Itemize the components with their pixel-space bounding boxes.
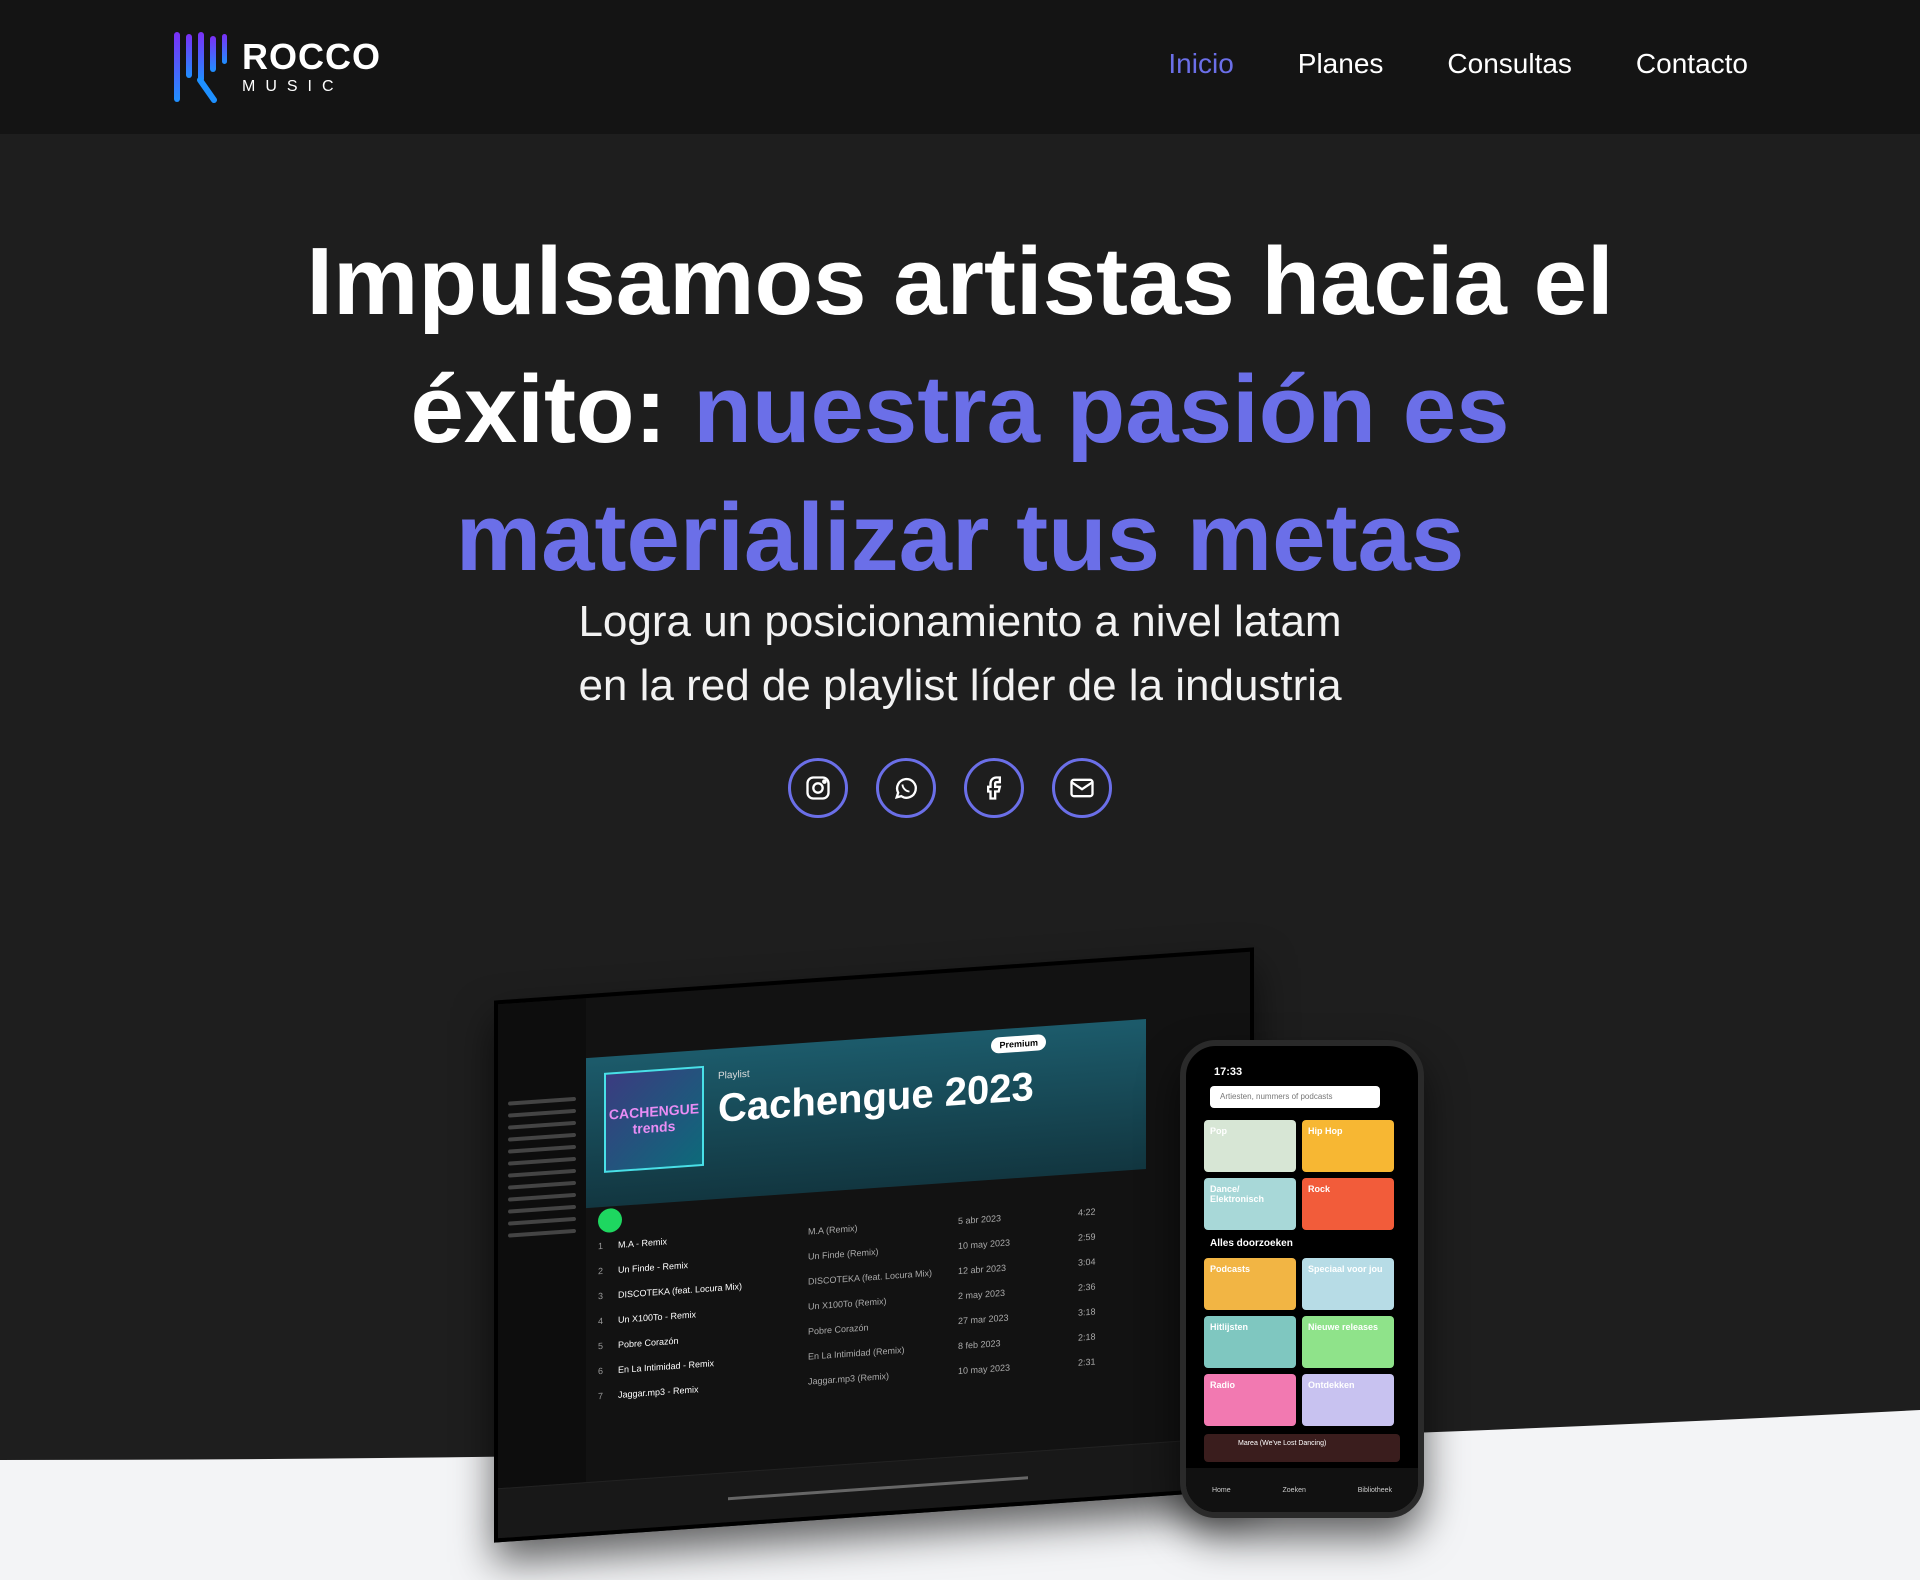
hero-title: Impulsamos artistas hacia el éxito: nues…: [160, 218, 1760, 602]
tile-hiphop: Hip Hop: [1302, 1120, 1394, 1172]
whatsapp-icon: [894, 777, 917, 799]
playlist-title: Cachengue 2023: [718, 1064, 1034, 1131]
mail-icon: [1070, 778, 1094, 798]
tile-speciaal: Speciaal voor jou: [1302, 1258, 1394, 1310]
track-n: 6: [598, 1365, 604, 1376]
laptop-mockup: CACHENGUE trends Playlist Cachengue 2023…: [494, 947, 1254, 1543]
track-n: 4: [598, 1315, 604, 1326]
hero-subtitle: Logra un posicionamiento a nivel latam e…: [360, 590, 1560, 718]
premium-badge: Premium: [991, 1033, 1046, 1054]
track-len: 3:18: [1078, 1306, 1096, 1318]
tile-dance: Dance/ Elektronisch: [1204, 1178, 1296, 1230]
track-date: 10 may 2023: [958, 1361, 1011, 1376]
track-n: 3: [598, 1290, 604, 1301]
instagram-icon: [806, 776, 830, 800]
track-len: 2:59: [1078, 1231, 1096, 1243]
phone-nav: Home Zoeken Bibliotheek: [1186, 1468, 1418, 1512]
navbar: ROCCO MUSIC Inicio Planes Consultas Cont…: [0, 0, 1920, 134]
playlist-type: Playlist: [718, 1068, 750, 1082]
progress-bar: [728, 1476, 1028, 1501]
track-len: 4:22: [1078, 1206, 1096, 1218]
phone-nav-home: Home: [1211, 1486, 1231, 1494]
brand-sub: MUSIC: [242, 78, 344, 95]
tile-ontdekken: Ontdekken: [1302, 1374, 1394, 1426]
track-title: Jaggar.mp3 - Remix: [618, 1383, 699, 1400]
main-nav: Inicio Planes Consultas Contacto: [1168, 48, 1748, 80]
social-links: [788, 758, 1112, 818]
nav-link-planes[interactable]: Planes: [1298, 48, 1384, 80]
tile-radio: Radio: [1204, 1374, 1296, 1426]
brand-name: ROCCO: [242, 36, 381, 77]
track-len: 2:31: [1078, 1356, 1096, 1368]
track-album: Un X100To (Remix): [808, 1295, 887, 1312]
track-len: 2:36: [1078, 1281, 1096, 1293]
track-album: En La Intimidad (Remix): [808, 1344, 905, 1362]
track-date: 27 mar 2023: [958, 1312, 1009, 1326]
phone-nav-library: Bibliotheek: [1357, 1486, 1393, 1494]
hero-title-accent-2: materializar tus metas: [455, 484, 1465, 591]
track-n: 1: [598, 1240, 604, 1251]
hero-title-part-1: Impulsamos artistas hacia el: [306, 228, 1614, 335]
cover-text: CACHENGUE trends: [608, 1100, 700, 1137]
whatsapp-button[interactable]: [876, 758, 936, 818]
nav-link-inicio[interactable]: Inicio: [1168, 48, 1233, 80]
track-n: 5: [598, 1340, 604, 1351]
tile-podcasts: Podcasts: [1204, 1258, 1296, 1310]
track-date: 5 abr 2023: [958, 1212, 1002, 1226]
track-date: 2 may 2023: [958, 1287, 1006, 1301]
phone-nav-search: Zoeken: [1282, 1486, 1306, 1494]
track-n: 7: [598, 1390, 604, 1401]
track-album: Jaggar.mp3 (Remix): [808, 1370, 890, 1387]
playlist-header: CACHENGUE trends Playlist Cachengue 2023…: [586, 1018, 1146, 1209]
track-date: 10 may 2023: [958, 1236, 1011, 1251]
tile-rock: Rock: [1302, 1178, 1394, 1230]
hero-title-accent-1: nuestra pasión es: [693, 356, 1510, 463]
play-icon: [598, 1207, 622, 1234]
track-len: 2:18: [1078, 1331, 1096, 1343]
brand-logo[interactable]: ROCCO MUSIC: [172, 30, 381, 104]
track-list: 1 M.A - Remix M.A (Remix) 5 abr 2023 4:22 2 Un…: [598, 1196, 1138, 1409]
phone-mockup: 17:33 Artiesten, nummers of podcasts Pop…: [1180, 1040, 1424, 1518]
track-len: 3:04: [1078, 1256, 1096, 1268]
tile-hitlijsten: Hitlijsten: [1204, 1316, 1296, 1368]
email-button[interactable]: [1052, 758, 1112, 818]
phone-mini-player: Marea (We've Lost Dancing): [1204, 1434, 1400, 1462]
track-album: M.A (Remix): [808, 1222, 858, 1237]
facebook-button[interactable]: [964, 758, 1024, 818]
tile-pop: Pop: [1204, 1120, 1296, 1172]
track-album: Pobre Corazón: [808, 1321, 869, 1337]
track-date: 12 abr 2023: [958, 1262, 1007, 1276]
hero-subtitle-line-1: Logra un posicionamiento a nivel latam: [578, 597, 1342, 646]
laptop-sidebar: [498, 998, 586, 1539]
track-date: 8 feb 2023: [958, 1337, 1001, 1351]
facebook-icon: [987, 776, 1002, 800]
tile-nieuwe: Nieuwe releases: [1302, 1316, 1394, 1368]
phone-section-title: Alles doorzoeken: [1210, 1238, 1293, 1249]
hero-subtitle-line-2: en la red de playlist líder de la indust…: [578, 661, 1342, 710]
track-n: 2: [598, 1265, 604, 1276]
hero-title-part-2: éxito:: [410, 356, 667, 463]
phone-time: 17:33: [1214, 1066, 1243, 1078]
track-album: DISCOTEKA (feat. Locura Mix): [808, 1267, 933, 1287]
nav-link-contacto[interactable]: Contacto: [1636, 48, 1748, 80]
track-album: Un Finde (Remix): [808, 1246, 879, 1262]
logo-mark-icon: [174, 32, 227, 103]
phone-search: Artiesten, nummers of podcasts: [1210, 1086, 1380, 1108]
nav-link-consultas[interactable]: Consultas: [1447, 48, 1572, 80]
instagram-button[interactable]: [788, 758, 848, 818]
playlist-cover: CACHENGUE trends: [604, 1065, 704, 1173]
